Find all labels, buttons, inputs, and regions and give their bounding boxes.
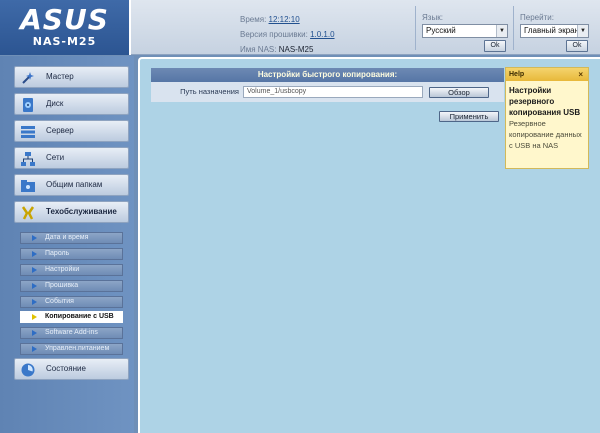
goto-selected: Главный экран [524,26,580,35]
destination-path-input[interactable]: Volume_1/usbcopy [243,86,423,98]
subnav-date-time[interactable]: Дата и время [20,232,123,244]
chevron-down-icon: ▼ [496,25,507,37]
subnav-usb-copy[interactable]: Копирование с USB [20,311,123,323]
firmware-label: Версия прошивки: [240,30,308,39]
nav-maintenance[interactable]: Техобслуживание [14,201,129,223]
subnav-settings[interactable]: Настройки [20,264,123,276]
system-info: Время: 12:12:10 Версия прошивки: 1.0.1.0… [240,12,335,57]
triangle-right-icon [32,330,37,336]
asus-logo: ASUS [20,3,109,36]
nav-label: Диск [46,99,64,108]
header-divider [513,6,514,50]
nas-name-label: Имя NAS: [240,45,277,54]
subnav-label: Управлен.питанием [45,345,110,352]
time-value-link[interactable]: 12:12:10 [269,15,300,24]
subnav-label: События [45,298,74,305]
model-name: NAS-M25 [32,35,97,48]
wizard-icon [20,70,36,86]
language-label: Язык: [422,13,443,22]
browse-button[interactable]: Обзор [429,87,489,98]
subnav-events[interactable]: События [20,296,123,308]
subnav-label: Прошивка [45,282,79,289]
triangle-right-icon [32,235,37,241]
maintenance-icon [20,205,36,221]
nav-label: Состояние [46,364,86,373]
nav-label: Техобслуживание [46,207,117,216]
close-icon[interactable]: × [578,68,583,81]
nav-network[interactable]: Сети [14,147,129,169]
destination-label: Путь назначения [180,87,239,96]
nav-label: Сети [46,153,65,162]
nav-shared-folders[interactable]: Общим папкам [14,174,129,196]
language-select[interactable]: Русский ▼ [422,24,508,38]
network-icon [20,151,36,167]
time-label: Время: [240,15,267,24]
nas-name-value: NAS-M25 [278,45,314,54]
disk-icon [20,97,36,113]
subnav-software-addins[interactable]: Software Add-ins [20,327,123,339]
chevron-down-icon: ▼ [577,25,588,37]
triangle-right-icon [32,283,37,289]
subnav-password[interactable]: Пароль [20,248,123,260]
triangle-right-icon [32,346,37,352]
help-header-label: Help [509,71,525,78]
triangle-right-icon [32,251,37,257]
subnav-label: Дата и время [45,234,89,241]
nav-label: Общим папкам [46,180,103,189]
help-title: Настройки резервного копирования USB [509,86,581,117]
subnav-label: Копирование с USB [45,313,114,320]
status-icon [20,362,36,378]
triangle-right-icon [32,299,37,305]
sidebar: Мастер Диск Сервер Сети Общим папкам Тех… [0,56,134,433]
header-divider [415,6,416,50]
subnav-firmware[interactable]: Прошивка [20,280,123,292]
help-header: Help × [506,68,588,81]
subnav-label: Пароль [45,250,70,257]
shared-folders-icon [20,178,36,194]
apply-button[interactable]: Применить [439,111,499,122]
language-ok-button[interactable]: Ok [484,40,506,52]
goto-select[interactable]: Главный экран ▼ [520,24,589,38]
server-icon [20,124,36,140]
header: ASUS NAS-M25 Время: 12:12:10 Версия прош… [0,0,600,55]
subnav-label: Настройки [45,266,80,273]
subnav-power-management[interactable]: Управлен.питанием [20,343,123,355]
nav-label: Мастер [46,72,74,81]
firmware-version-link[interactable]: 1.0.1.0 [310,30,334,39]
language-selected: Русский [426,26,456,35]
subnav-label: Software Add-ins [45,329,98,336]
triangle-right-icon [32,314,37,320]
help-body: Резервное копирование данных с USB на NA… [509,119,582,150]
nav-status[interactable]: Состояние [14,358,129,380]
panel-title: Настройки быстрого копирования: [151,68,504,82]
nav-label: Сервер [46,126,74,135]
brand-area: ASUS NAS-M25 [0,0,131,55]
goto-ok-button[interactable]: Ok [566,40,588,52]
triangle-right-icon [32,267,37,273]
help-panel: Help × Настройки резервного копирования … [505,67,589,169]
nav-wizard[interactable]: Мастер [14,66,129,88]
goto-label: Перейти: [520,13,554,22]
nav-disk[interactable]: Диск [14,93,129,115]
nav-server[interactable]: Сервер [14,120,129,142]
